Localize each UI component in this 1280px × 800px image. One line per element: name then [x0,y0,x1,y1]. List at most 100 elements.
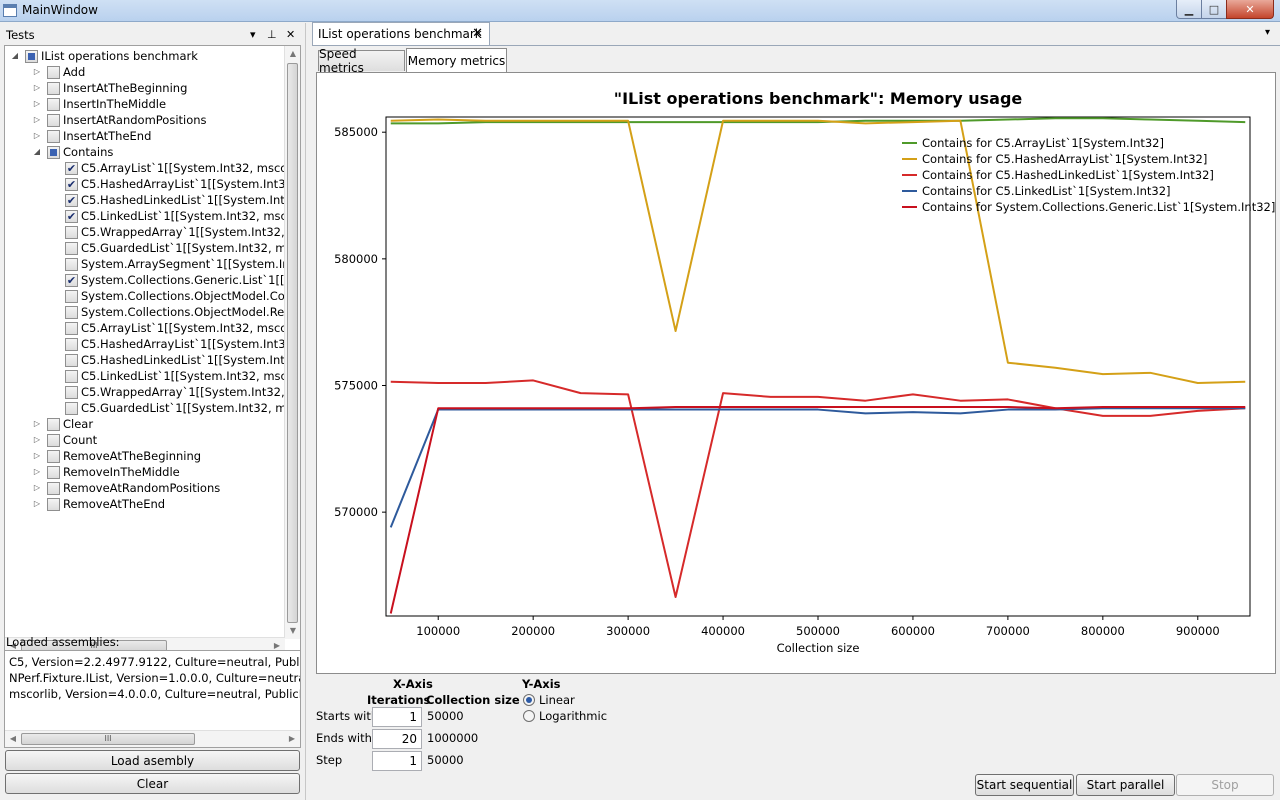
collapsed-arrow-icon[interactable]: ▷ [32,499,42,509]
load-assembly-button[interactable]: Load asembly [5,750,300,771]
panel-close-icon[interactable]: ✕ [286,28,295,41]
tree-item[interactable]: ▷ InsertAtTheEnd [32,128,151,144]
panel-dropdown-icon[interactable]: ▾ [250,28,256,41]
tree-item-checkbox[interactable] [65,289,78,303]
collapsed-arrow-icon[interactable]: ▷ [32,451,42,461]
clear-assemblies-button[interactable]: Clear [5,773,300,794]
collapsed-arrow-icon[interactable]: ▷ [32,419,42,429]
expanded-arrow-icon[interactable]: ◢ [32,147,42,157]
linear-radio[interactable] [523,694,535,706]
stop-button[interactable]: Stop [1176,774,1274,796]
collapsed-arrow-icon[interactable]: ▷ [32,467,42,477]
logarithmic-radio[interactable] [523,710,535,722]
tab-memory-metrics[interactable]: Memory metrics [406,48,507,72]
tree-item[interactable]: C5.HashedLinkedList`1[[System.Int32, m [65,352,300,368]
tree-item-checkbox[interactable] [65,401,78,415]
tree-item[interactable]: ▷ RemoveAtTheBeginning [32,448,201,464]
tree-item[interactable]: C5.WrappedArray`1[[System.Int32, msc [65,384,300,400]
tree-item[interactable]: ▷ RemoveAtTheEnd [32,496,165,512]
tree-item[interactable]: ▷ Add [32,64,85,80]
tree-item-checkbox[interactable] [65,257,78,271]
starts-with-input[interactable]: 1 [372,707,422,727]
tree-item-checkbox[interactable] [47,417,60,431]
tab-close-icon[interactable]: ✕ [472,26,483,41]
tree-item[interactable]: ▷ InsertAtRandomPositions [32,112,207,128]
tree-item[interactable]: ▷ Count [32,432,97,448]
step-input[interactable]: 1 [372,751,422,771]
tree-item-checkbox[interactable] [47,113,60,127]
tree-item[interactable]: C5.LinkedList`1[[System.Int32, mscorlib [65,368,300,384]
tree-item-checkbox[interactable] [47,97,60,111]
tree-item[interactable]: ◢ Contains [32,144,113,160]
collapsed-arrow-icon[interactable]: ▷ [32,83,42,93]
tests-tree[interactable]: ◢ IList operations benchmark ▷ Add ▷ InsertAt… [4,45,301,655]
tree-item-checkbox[interactable] [47,481,60,495]
scroll-right-icon[interactable]: ▶ [284,731,300,747]
start-sequential-button[interactable]: Start sequential [975,774,1074,796]
tree-item-checkbox[interactable] [65,369,78,383]
tree-item[interactable]: C5.GuardedList`1[[System.Int32, mscor [65,240,300,256]
tree-item[interactable]: ✔ C5.HashedLinkedList`1[[System.Int32, m [65,192,300,208]
tree-item-checkbox[interactable] [47,65,60,79]
tree-item-checkbox[interactable] [65,225,78,239]
tree-item-checkbox[interactable]: ✔ [65,177,78,191]
collapsed-arrow-icon[interactable]: ▷ [32,115,42,125]
tree-item-checkbox[interactable] [25,49,38,63]
tree-item[interactable]: C5.HashedArrayList`1[[System.Int32, m [65,336,300,352]
maximize-button[interactable]: □ [1201,0,1227,19]
collapsed-arrow-icon[interactable]: ▷ [32,99,42,109]
tree-item-checkbox[interactable] [65,305,78,319]
tree-item-checkbox[interactable] [47,81,60,95]
tree-item-checkbox[interactable] [65,385,78,399]
tree-item[interactable]: ✔ C5.HashedArrayList`1[[System.Int32, m [65,176,300,192]
minimize-button[interactable]: ▁ [1176,0,1202,19]
tree-item-checkbox[interactable] [47,497,60,511]
tree-item[interactable]: ✔ C5.LinkedList`1[[System.Int32, mscorlib [65,208,300,224]
tree-item-checkbox[interactable] [65,337,78,351]
tree-item[interactable]: ▷ InsertInTheMiddle [32,96,166,112]
tree-item[interactable]: ◢ IList operations benchmark [10,48,198,64]
expanded-arrow-icon[interactable]: ◢ [10,51,20,61]
tree-item[interactable]: ✔ System.Collections.Generic.List`1[[Syst [65,272,300,288]
ends-with-input[interactable]: 20 [372,729,422,749]
tree-vertical-scrollbar[interactable]: ▲ ▼ [284,46,300,639]
tree-item[interactable]: System.ArraySegment`1[[System.Int32, [65,256,300,272]
start-parallel-button[interactable]: Start parallel [1076,774,1175,796]
tree-item-checkbox[interactable]: ✔ [65,209,78,223]
pin-icon[interactable]: ⊥ [267,28,277,41]
tree-item-checkbox[interactable]: ✔ [65,273,78,287]
tree-item[interactable]: C5.WrappedArray`1[[System.Int32, msc [65,224,300,240]
assemblies-horizontal-scrollbar[interactable]: ◀ III ▶ [5,730,300,747]
tree-item[interactable]: ▷ RemoveAtRandomPositions [32,480,220,496]
tree-item[interactable]: C5.GuardedList`1[[System.Int32, mscor [65,400,300,416]
collapsed-arrow-icon[interactable]: ▷ [32,435,42,445]
tree-item-checkbox[interactable]: ✔ [65,193,78,207]
tree-item[interactable]: ✔ C5.ArrayList`1[[System.Int32, mscorlib, [65,160,300,176]
tree-item-checkbox[interactable]: ✔ [65,161,78,175]
tree-item-checkbox[interactable] [65,321,78,335]
tree-item-checkbox[interactable] [65,353,78,367]
tab-ilist-benchmark[interactable]: IList operations benchmark ✕ [312,22,490,45]
tab-speed-metrics[interactable]: Speed metrics [318,47,405,75]
scroll-left-icon[interactable]: ◀ [5,731,21,747]
tree-item-checkbox[interactable] [47,129,60,143]
tree-vscroll-thumb[interactable] [287,63,298,623]
tree-item-checkbox[interactable] [47,433,60,447]
tree-item[interactable]: C5.ArrayList`1[[System.Int32, mscorlib, [65,320,300,336]
tree-item-checkbox[interactable] [47,145,60,159]
tree-item-checkbox[interactable] [65,241,78,255]
document-dropdown-icon[interactable]: ▾ [1265,27,1270,38]
assemblies-list[interactable]: C5, Version=2.2.4977.9122, Culture=neutr… [4,650,301,748]
tree-item[interactable]: ▷ Clear [32,416,93,432]
tree-item[interactable]: System.Collections.ObjectModel.Colle [65,288,298,304]
collapsed-arrow-icon[interactable]: ▷ [32,483,42,493]
scroll-down-icon[interactable]: ▼ [285,623,300,639]
tree-item[interactable]: System.Collections.ObjectModel.Read [65,304,299,320]
tree-item[interactable]: ▷ RemoveInTheMiddle [32,464,180,480]
tree-item-checkbox[interactable] [47,465,60,479]
tree-item-checkbox[interactable] [47,449,60,463]
collapsed-arrow-icon[interactable]: ▷ [32,67,42,77]
close-window-button[interactable]: ✕ [1226,0,1274,19]
scroll-up-icon[interactable]: ▲ [285,46,300,62]
tree-item[interactable]: ▷ InsertAtTheBeginning [32,80,187,96]
